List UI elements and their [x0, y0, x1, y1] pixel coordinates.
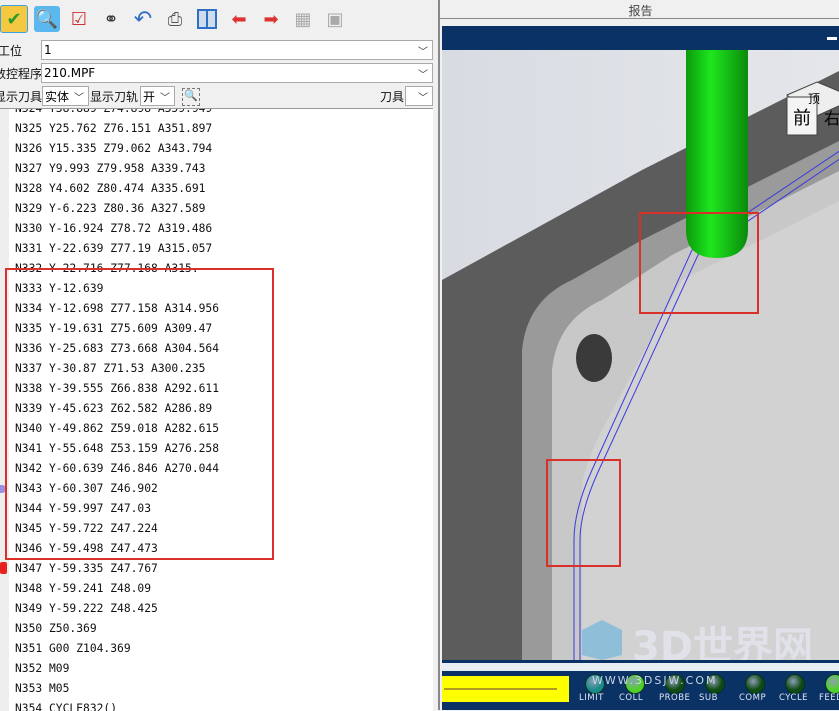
cutting-tool [686, 50, 748, 258]
toolbar: ✔ 🔍 ☑ ⚭ ↶ ⎙ ⬅ ➡ ▦ ▣ [0, 0, 436, 38]
chevron-down-icon: ﹀ [160, 93, 170, 104]
show-path-value: 开 [143, 89, 156, 104]
print-icon[interactable]: ⎙ [162, 6, 188, 32]
code-line[interactable]: N328 Y4.602 Z80.474 A335.691 [15, 179, 205, 199]
code-line[interactable]: N324 Y38.889 Z74.898 A359.949 [15, 109, 212, 119]
tool-select[interactable]: ﹀ [405, 86, 433, 106]
viewport-header [442, 26, 839, 50]
show-tool-select[interactable]: 实体 ﹀ [42, 86, 89, 106]
code-line[interactable]: N329 Y-6.223 Z80.36 A327.589 [15, 199, 205, 219]
split-view-icon[interactable] [194, 6, 220, 32]
chevron-down-icon: ﹀ [418, 93, 428, 104]
highlight-box [5, 268, 274, 560]
nc-search-icon[interactable]: 🔍 [34, 6, 60, 32]
code-line[interactable]: N350 Z50.369 [15, 619, 97, 639]
indicator-label: LIMIT [579, 693, 604, 703]
code-line[interactable]: N348 Y-59.241 Z48.09 [15, 579, 151, 599]
chevron-down-icon: ﹀ [418, 47, 428, 58]
export-icon[interactable]: ➡ [258, 6, 284, 32]
code-line[interactable]: N327 Y9.993 Z79.958 A339.743 [15, 159, 205, 179]
svg-text:3D世界网: 3D世界网 [632, 624, 813, 660]
show-tool-value: 实体 [45, 89, 70, 104]
view-cube-front[interactable]: 前 [793, 108, 811, 129]
indicator-label: COMP [739, 693, 767, 703]
indicator-cycle-icon [785, 674, 805, 694]
code-line[interactable]: N351 G00 Z104.369 [15, 639, 131, 659]
breakpoint-icon[interactable] [0, 562, 7, 574]
tool-label: 刀具 [380, 89, 405, 104]
report-tab-label: 报告 [628, 4, 653, 18]
chevron-down-icon: ﹀ [418, 70, 428, 81]
code-line[interactable]: N349 Y-59.222 Z48.425 [15, 599, 158, 619]
code-line[interactable]: N347 Y-59.335 Z47.767 [15, 559, 158, 579]
nc-checklist-icon[interactable]: ☑ [66, 6, 92, 32]
simulation-panel: 报告 前 顶 右 3D世界网 LIMIT COLL PROBE SUB COMP CYCL… [438, 0, 839, 710]
hole [576, 334, 612, 382]
indicator-label: CYCLE [779, 693, 809, 703]
station-label: 工位 [0, 43, 23, 58]
undo-icon[interactable]: ↶ [130, 6, 156, 32]
indicator-label: PROBE [659, 693, 691, 703]
code-line[interactable]: N352 M09 [15, 659, 69, 679]
status-bar: LIMIT COLL PROBE SUB COMP CYCLE FEED WWW.3DSJW… [442, 660, 839, 710]
code-line[interactable]: N354 CYCLE832() [15, 699, 117, 711]
left-panel: ✔ 🔍 ☑ ⚭ ↶ ⎙ ⬅ ➡ ▦ ▣ 工位 1 ﹀ 数控程序 210.MPF ﹀ … [0, 0, 436, 711]
indicator-comp-icon [745, 674, 765, 694]
nc-disabled-icon: ▦ [294, 8, 312, 30]
code-line[interactable]: N331 Y-22.639 Z77.19 A315.057 [15, 239, 212, 259]
progress-bar [442, 676, 569, 702]
minimize-icon[interactable] [827, 37, 837, 40]
indicator-label: SUB [699, 693, 718, 703]
program-select[interactable]: 210.MPF ﹀ [41, 63, 433, 83]
view-cube-right[interactable]: 右 [824, 109, 839, 128]
view-cube-top[interactable]: 顶 [808, 92, 820, 106]
code-line[interactable]: N326 Y15.335 Z79.062 A343.794 [15, 139, 212, 159]
chevron-down-icon: ﹀ [74, 93, 84, 104]
3d-viewport[interactable]: 前 顶 右 3D世界网 [442, 50, 839, 660]
station-value: 1 [44, 43, 52, 57]
program-label: 数控程序 [0, 66, 43, 81]
binoculars-icon[interactable]: ⚭ [98, 6, 124, 32]
show-tool-label: 显示刀具 [0, 89, 43, 104]
tab-report[interactable]: 报告 [440, 0, 839, 19]
program-value: 210.MPF [44, 66, 96, 80]
station-select[interactable]: 1 ﹀ [41, 40, 433, 60]
code-line[interactable]: N353 M05 [15, 679, 69, 699]
g-disabled-icon: ▣ [326, 8, 344, 30]
watermark-url: WWW.3DSJW.COM [592, 674, 718, 687]
indicator-label: FEED [819, 693, 839, 703]
indicator-label: COLL [619, 693, 644, 703]
show-path-select[interactable]: 开 ﹀ [140, 86, 175, 106]
show-path-label: 显示刀轨 [90, 89, 139, 104]
import-icon[interactable]: ⬅ [226, 6, 252, 32]
check-clipboard-icon[interactable]: ✔ [0, 5, 28, 33]
station-row: 工位 [0, 39, 22, 61]
code-line[interactable]: N330 Y-16.924 Z78.72 A319.486 [15, 219, 212, 239]
zoom-fit-icon[interactable]: 🔍 [182, 88, 200, 106]
indicator-feed-icon [825, 674, 839, 694]
code-line[interactable]: N325 Y25.762 Z76.151 A351.897 [15, 119, 212, 139]
